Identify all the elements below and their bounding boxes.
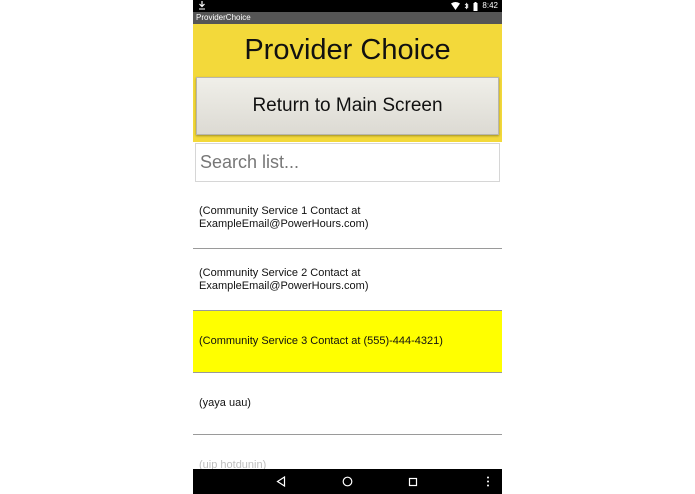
back-icon[interactable]	[266, 469, 296, 494]
status-time: 8:42	[482, 1, 498, 10]
list-item-text: (Community Service 2 Contact at ExampleE…	[199, 266, 369, 292]
recents-icon[interactable]	[398, 469, 428, 494]
provider-list[interactable]: (Community Service 1 Contact at ExampleE…	[193, 187, 502, 494]
page-title: Provider Choice	[244, 34, 451, 66]
wifi-icon	[451, 2, 461, 10]
menu-icon[interactable]	[473, 469, 502, 494]
list-item-text: (yaya uau)	[199, 397, 251, 409]
navigation-bar	[193, 469, 502, 494]
home-icon[interactable]	[332, 469, 362, 494]
list-item-text: (Community Service 1 Contact at ExampleE…	[199, 204, 369, 230]
window-title-bar: ProviderChoice	[193, 12, 502, 24]
search-input[interactable]	[195, 143, 500, 182]
status-bar: 8:42	[193, 0, 502, 12]
app-screen: 8:42 ProviderChoice Provider Choice Retu…	[193, 0, 502, 494]
window-title: ProviderChoice	[196, 13, 251, 22]
list-item[interactable]: (Community Service 2 Contact at ExampleE…	[193, 249, 502, 311]
bluetooth-icon	[464, 2, 469, 10]
download-icon	[198, 1, 206, 10]
battery-icon	[473, 1, 478, 11]
list-item[interactable]: (yaya uau)	[193, 373, 502, 435]
list-item-selected[interactable]: (Community Service 3 Contact at (555)-44…	[193, 311, 502, 373]
return-to-main-button[interactable]: Return to Main Screen	[196, 77, 499, 135]
list-item-text: (Community Service 3 Contact at (555)-44…	[199, 335, 443, 347]
list-item[interactable]: (Community Service 1 Contact at ExampleE…	[193, 187, 502, 249]
header-panel: Provider Choice Return to Main Screen	[193, 24, 502, 142]
